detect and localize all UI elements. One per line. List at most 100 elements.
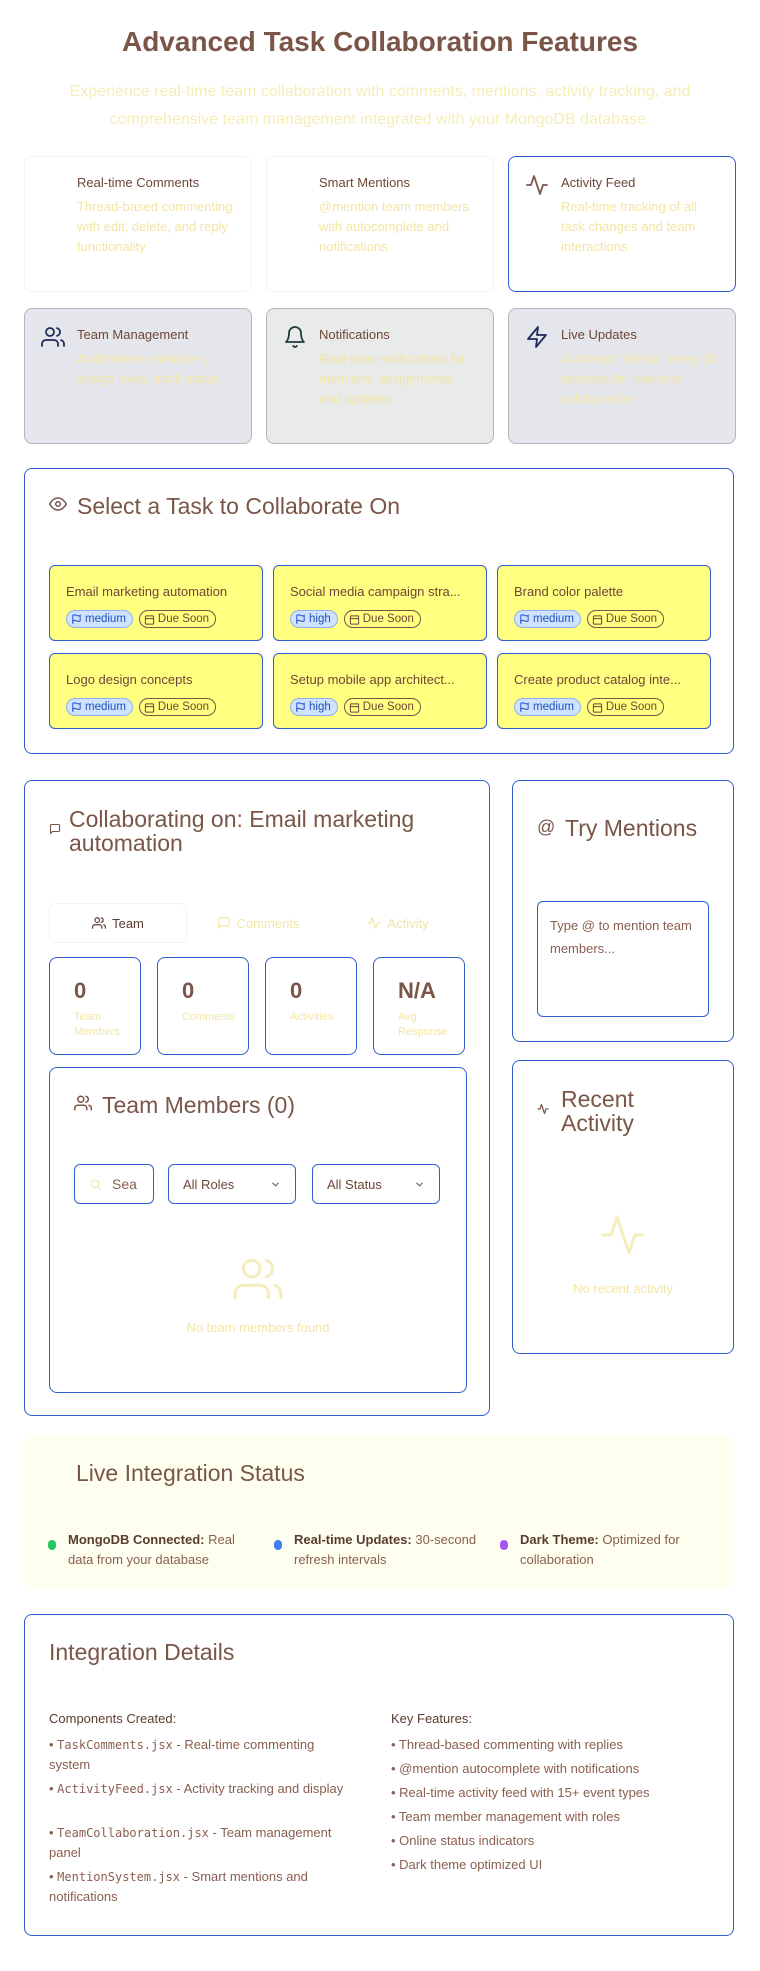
tab-activity-label: Activity (387, 915, 429, 931)
tab-team[interactable]: Team (49, 903, 187, 943)
stat-value: 0 (182, 978, 195, 1003)
recent-activity-panel: Recent Activity No recent activity (512, 1060, 734, 1354)
mentions-title: Try Mentions (565, 815, 698, 841)
activity-empty-icon (601, 1215, 645, 1255)
task-card[interactable]: Email marketing automation medium Due So… (49, 565, 263, 641)
due-badge: Due Soon (138, 698, 217, 716)
task-name: Email marketing automation (66, 584, 228, 599)
collab-tabs: Team Comments Activity (49, 903, 467, 943)
collaboration-panel: Collaborating on: Email marketing automa… (24, 780, 490, 1416)
stat-label: Avg Response (398, 1011, 448, 1038)
due-badge: Due Soon (343, 610, 421, 628)
search-placeholder: Sea (112, 1176, 137, 1192)
users-empty-icon (233, 1258, 283, 1300)
feature-card-comments[interactable]: Real-time Comments Thread-based commenti… (24, 156, 252, 292)
stat-avg-response: N/A Avg Response (373, 957, 465, 1055)
team-members-title: Team Members (0) (102, 1092, 295, 1118)
component-item: • TeamCollaboration.jsx - Team managemen… (49, 1825, 332, 1860)
key-feature-item: • Real-time activity feed with 15+ event… (391, 1785, 650, 1800)
bell-icon (285, 326, 305, 348)
calendar-icon (144, 702, 155, 713)
key-feature-item: • Online status indicators (391, 1833, 535, 1848)
live-status-panel: Live Integration Status MongoDB Connecte… (24, 1436, 734, 1588)
stat-value: N/A (398, 978, 436, 1003)
task-select-panel: Select a Task to Collaborate On Email ma… (24, 468, 734, 754)
task-name: Setup mobile app architect... (290, 672, 455, 687)
flag-icon (520, 613, 529, 624)
tab-comments[interactable]: Comments (189, 903, 327, 943)
eye-icon (49, 497, 67, 511)
priority-badge: high (290, 698, 338, 716)
key-feature-item: • Dark theme optimized UI (391, 1857, 543, 1872)
mentions-panel: @ Try Mentions Type @ to mention team me… (512, 780, 734, 1042)
recent-activity-empty: No recent activity (573, 1281, 673, 1296)
status-mongodb: MongoDB Connected: Real data from your d… (68, 1532, 235, 1567)
stat-label: Comments (182, 1011, 236, 1023)
chevron-down-icon (416, 1182, 423, 1187)
feature-name: Notifications (319, 327, 390, 342)
calendar-icon (349, 702, 359, 713)
feature-name: Activity Feed (561, 175, 636, 190)
priority-badge: medium (514, 698, 581, 716)
at-sign-icon: @ (537, 817, 556, 837)
task-card[interactable]: Logo design concepts medium Due Soon (49, 653, 263, 729)
calendar-icon (592, 614, 603, 625)
feature-desc: Real-time notifications for mentions, as… (319, 351, 466, 406)
roles-select[interactable]: All Roles (168, 1164, 296, 1204)
feature-card-activity[interactable]: Activity Feed Real-time tracking of all … (508, 156, 736, 292)
team-empty-text: No team members found (186, 1320, 330, 1335)
due-badge: Due Soon (138, 610, 217, 628)
task-card[interactable]: Create product catalog inte... medium Du… (497, 653, 711, 729)
stat-comments: 0 Comments (157, 957, 249, 1055)
task-name: Create product catalog inte... (514, 672, 681, 687)
due-badge: Due Soon (586, 698, 665, 716)
tab-comments-label: Comments (236, 915, 300, 931)
feature-card-mentions[interactable]: Smart Mentions @mention team members wit… (266, 156, 494, 292)
task-name: Social media campaign stra... (290, 584, 461, 599)
status-dark-theme: Dark Theme: Optimized for collaboration (520, 1532, 680, 1567)
chevron-down-icon (272, 1182, 279, 1187)
users-icon (41, 327, 65, 347)
calendar-icon (144, 614, 155, 625)
message-square-icon (217, 917, 230, 929)
member-search-input[interactable]: Sea (74, 1164, 154, 1204)
calendar-icon (349, 614, 359, 625)
status-select-value: All Status (327, 1176, 382, 1192)
status-dot-green (48, 1540, 56, 1550)
integration-details-title: Integration Details (49, 1639, 235, 1665)
components-heading: Components Created: (49, 1711, 177, 1726)
stat-label: Team Members (74, 1011, 120, 1038)
users-icon (74, 1095, 92, 1111)
roles-select-value: All Roles (183, 1176, 235, 1192)
activity-icon (537, 1103, 549, 1115)
feature-card-live-updates[interactable]: Live Updates Automatic refresh every 30 … (508, 308, 736, 444)
key-feature-item: • Thread-based commenting with replies (391, 1737, 623, 1752)
tab-activity[interactable]: Activity (329, 903, 467, 943)
task-card[interactable]: Setup mobile app architect... high Due S… (273, 653, 487, 729)
mention-textarea[interactable]: Type @ to mention team members... (537, 901, 709, 1017)
component-item: • ActivityFeed.jsx - Activity tracking a… (49, 1781, 344, 1796)
status-dot-blue (274, 1540, 282, 1550)
activity-icon (526, 175, 548, 195)
component-item: • MentionSystem.jsx - Smart mentions and… (49, 1869, 308, 1904)
feature-desc: @mention team members with autocomplete … (319, 199, 469, 254)
status-select[interactable]: All Status (312, 1164, 440, 1204)
task-card[interactable]: Brand color palette medium Due Soon (497, 565, 711, 641)
due-badge: Due Soon (586, 610, 665, 628)
search-icon (90, 1179, 101, 1190)
feature-name: Live Updates (561, 327, 637, 342)
stat-value: 0 (290, 978, 303, 1003)
task-select-title: Select a Task to Collaborate On (77, 493, 401, 519)
key-feature-item: • @mention autocomplete with notificatio… (391, 1761, 640, 1776)
page-title: Advanced Task Collaboration Features (121, 26, 639, 57)
status-dot-purple (500, 1540, 508, 1550)
page: Advanced Task Collaboration Features Exp… (0, 0, 760, 1971)
key-features-heading: Key Features: (391, 1711, 472, 1726)
live-status-title: Live Integration Status (76, 1460, 305, 1486)
feature-name: Smart Mentions (319, 175, 411, 190)
feature-card-notifications[interactable]: Notifications Real-time notifications fo… (266, 308, 494, 444)
tab-team-label: Team (112, 915, 144, 931)
feature-card-team[interactable]: Team Management Add/remove members, assi… (24, 308, 252, 444)
task-card[interactable]: Social media campaign stra... high Due S… (273, 565, 487, 641)
stat-label: Activities (290, 1011, 334, 1023)
